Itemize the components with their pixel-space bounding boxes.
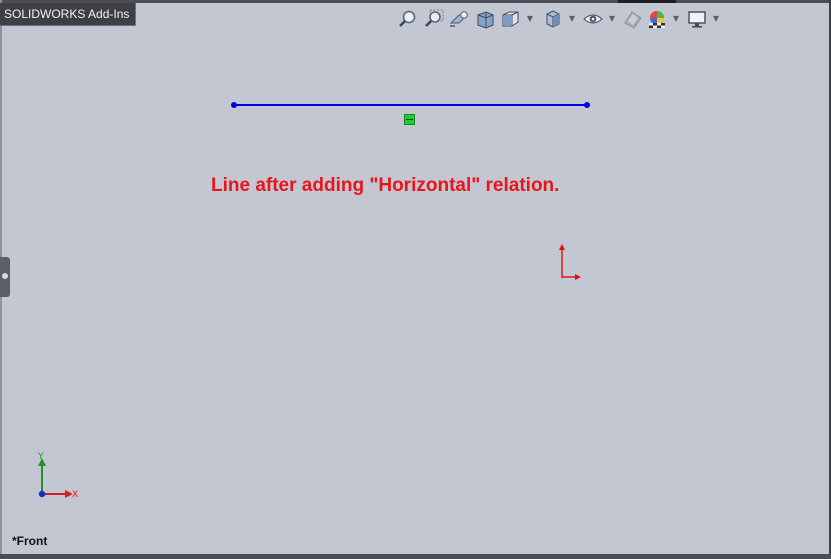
annotation-text: Line after adding "Horizontal" relation. (211, 175, 560, 196)
edit-appearance-icon (624, 11, 642, 29)
apply-scene-button[interactable] (646, 7, 668, 31)
top-strip-segment (618, 0, 676, 3)
monitor-icon (688, 11, 706, 28)
view-settings-button[interactable] (686, 7, 708, 31)
apply-scene-caret-icon[interactable]: ▼ (672, 15, 680, 23)
zoom-to-fit-button[interactable] (396, 7, 418, 31)
hide-show-caret-icon[interactable]: ▼ (608, 15, 616, 23)
sketch-line[interactable] (234, 104, 587, 106)
graphics-area[interactable] (0, 0, 831, 559)
view-orientation-label: *Front (12, 534, 48, 548)
tab-solidworks-addins[interactable]: SOLIDWORKS Add-Ins (0, 3, 137, 26)
line-end-point[interactable] (584, 102, 590, 108)
line-start-point[interactable] (231, 102, 237, 108)
display-style-button[interactable] (542, 7, 564, 31)
display-style-icon (546, 10, 560, 28)
panel-collapse-handle[interactable] (0, 257, 10, 297)
zoom-to-fit-icon (399, 10, 416, 27)
section-view-icon (477, 11, 494, 29)
view-orientation-button[interactable] (500, 7, 522, 31)
display-style-caret-icon[interactable]: ▼ (568, 15, 576, 23)
triad-x-label: X (72, 490, 78, 500)
zoom-to-area-icon (425, 9, 444, 27)
previous-view-icon (449, 11, 469, 27)
previous-view-button[interactable] (448, 7, 470, 31)
reference-triad-icon: Y X (37, 452, 78, 500)
heads-up-view-toolbar: ▼ ▼ ▼ ▼ ▼ (396, 7, 726, 31)
zoom-to-area-button[interactable] (422, 7, 444, 31)
horizontal-relation-icon[interactable] (404, 114, 415, 125)
hide-show-eye-icon (583, 14, 603, 24)
bottom-strip (0, 554, 831, 559)
view-orientation-icon (502, 11, 519, 27)
edit-appearance-button[interactable] (622, 7, 644, 31)
hide-show-items-button[interactable] (582, 7, 604, 31)
apply-scene-icon (649, 11, 665, 28)
triad-y-label: Y (37, 452, 44, 462)
view-orientation-caret-icon[interactable]: ▼ (526, 15, 534, 23)
view-settings-caret-icon[interactable]: ▼ (712, 15, 720, 23)
sketch-origin-icon (559, 244, 581, 280)
section-view-button[interactable] (474, 7, 496, 31)
